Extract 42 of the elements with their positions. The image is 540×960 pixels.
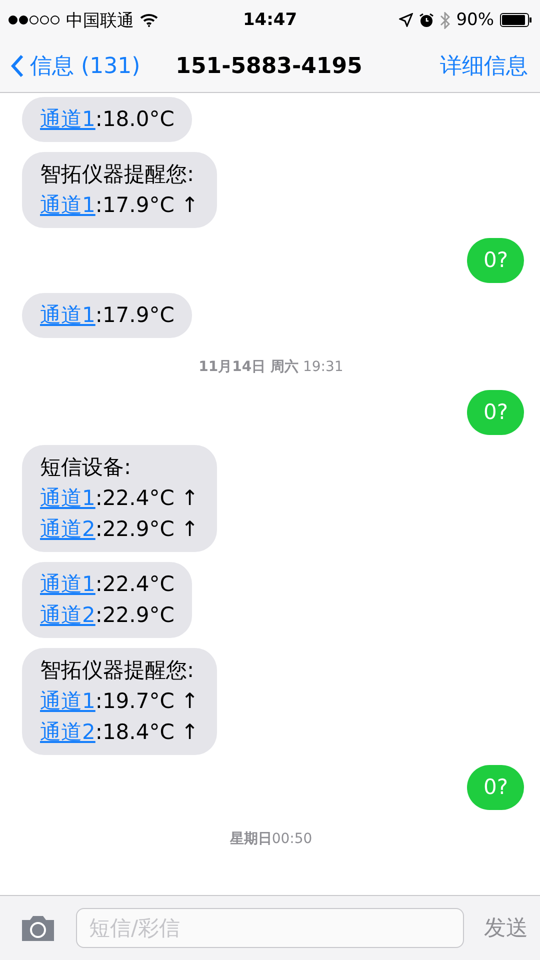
battery-icon	[500, 13, 532, 27]
channel-link[interactable]: 通道1	[40, 303, 96, 327]
channel-link[interactable]: 通道1	[40, 486, 96, 510]
back-chevron-icon	[10, 54, 24, 78]
battery-percent: 90%	[456, 10, 494, 30]
timestamp: 11月14日 周六 19:31	[198, 358, 344, 376]
channel-link[interactable]: 通道1	[40, 193, 96, 217]
contact-title: 151-5883-4195	[176, 54, 362, 78]
channel-link[interactable]: 通道2	[40, 603, 96, 627]
message-line: 通道1:17.9°C ↑	[40, 192, 199, 219]
message-line: 通道1:22.4°C	[40, 571, 174, 598]
back-label[interactable]: 信息 (131)	[30, 51, 140, 81]
carrier-name: 中国联通	[66, 10, 134, 32]
channel-link[interactable]: 通道1	[40, 689, 96, 713]
message-line: 通道1:19.7°C ↑	[40, 688, 199, 715]
timestamp: 星期日00:50	[230, 830, 312, 848]
message-line: 通道1:17.9°C	[40, 302, 174, 329]
message-line: 0?	[483, 774, 508, 801]
message-line: 0?	[483, 247, 508, 274]
message-line: 通道2:22.9°C	[40, 602, 174, 629]
message-line: 通道2:18.4°C ↑	[40, 719, 199, 746]
bluetooth-icon	[440, 12, 450, 28]
channel-link[interactable]: 通道1	[40, 572, 96, 596]
location-arrow-icon	[399, 13, 414, 27]
message-line: 智拓仪器提醒您:	[40, 161, 196, 188]
channel-link[interactable]: 通道2	[40, 517, 96, 541]
message-line: 通道1:22.4°C ↑	[40, 485, 199, 512]
message-line: 通道1:18.0°C	[40, 106, 174, 133]
back-button[interactable]: 信息 (131)	[10, 51, 176, 81]
send-button[interactable]: 发送	[484, 913, 528, 943]
signal-dots-icon	[8, 15, 60, 25]
message-line: 通道2:22.9°C ↑	[40, 516, 199, 543]
alarm-clock-icon	[419, 12, 434, 28]
channel-link[interactable]: 通道1	[40, 107, 96, 131]
message-line: 0?	[483, 399, 508, 426]
details-link[interactable]: 详细信息	[362, 51, 528, 81]
wifi-icon	[140, 13, 158, 27]
message-line: 短信设备:	[40, 454, 132, 481]
clock-time: 14:47	[242, 10, 298, 30]
camera-icon[interactable]	[20, 914, 56, 942]
message-line: 智拓仪器提醒您:	[40, 657, 196, 684]
channel-link[interactable]: 通道2	[40, 720, 96, 744]
